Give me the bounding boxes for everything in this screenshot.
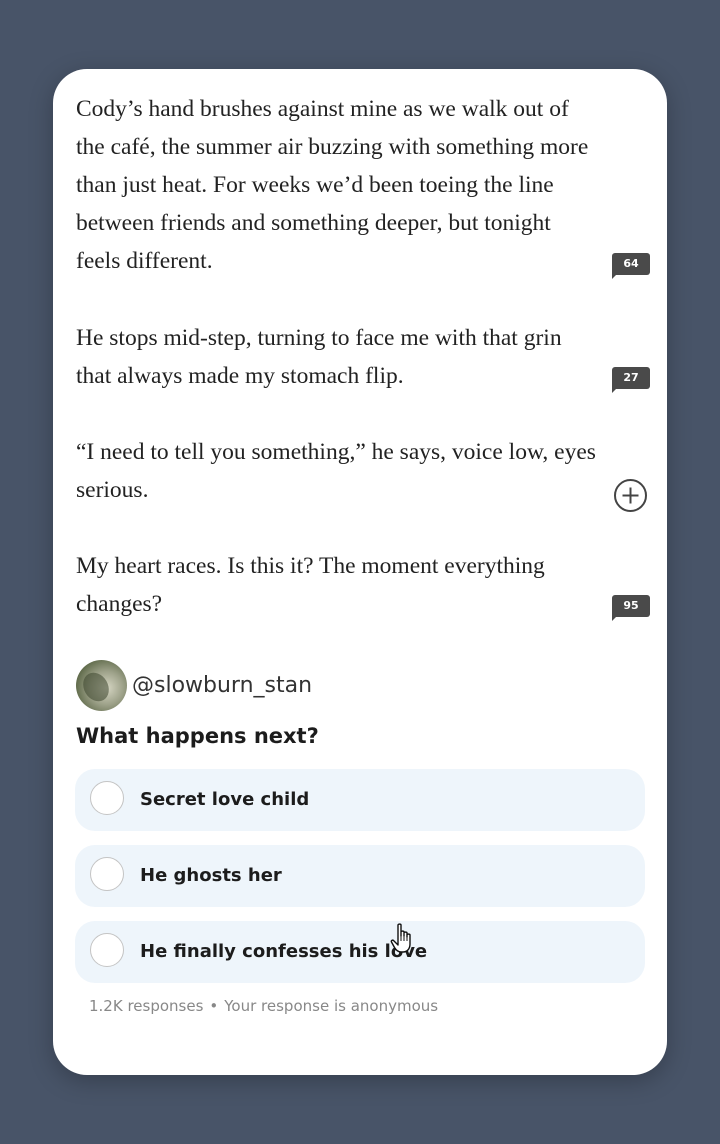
poll-option[interactable]: Secret love child [75,769,645,831]
poll-option[interactable]: He ghosts her [75,845,645,907]
story-paragraph: Cody’s hand brushes against mine as we w… [76,96,589,274]
paragraph-comments-badge[interactable]: 64 [612,253,650,279]
radio-button[interactable] [90,933,124,967]
comment-count: 64 [623,257,639,270]
avatar[interactable] [76,659,127,711]
poll-option-label: Secret love child [140,789,310,810]
radio-button[interactable] [90,857,124,891]
story-paragraph: “I need to tell you something,” he says,… [76,439,596,503]
plus-circle-icon [614,479,647,512]
poll-option-label: He finally confesses his love [140,941,428,962]
add-comment-button[interactable] [613,478,648,513]
response-count: 1.2K responses [89,997,204,1015]
comment-count: 27 [623,371,639,384]
separator-dot: • [209,997,219,1015]
poll-option-label: He ghosts her [140,865,282,886]
anonymity-note: Your response is anonymous [224,997,439,1015]
paragraph-comments-badge[interactable]: 95 [612,595,650,621]
story-paragraph: My heart races. Is this it? The moment e… [76,553,545,617]
paragraph-comments-badge[interactable]: 27 [612,367,650,393]
poll-question: What happens next? [76,724,319,748]
author-username[interactable]: @slowburn_stan [132,673,312,698]
poll-meta: 1.2K responses • Your response is anonymou… [89,997,438,1015]
story-paragraph: He stops mid-step, turning to face me wi… [76,325,562,389]
radio-button[interactable] [90,781,124,815]
story-card: Cody’s hand brushes against mine as we w… [53,69,667,1075]
poll-author[interactable]: @slowburn_stan [76,659,312,711]
poll-option[interactable]: He finally confesses his love [75,921,645,983]
comment-count: 95 [623,599,639,612]
